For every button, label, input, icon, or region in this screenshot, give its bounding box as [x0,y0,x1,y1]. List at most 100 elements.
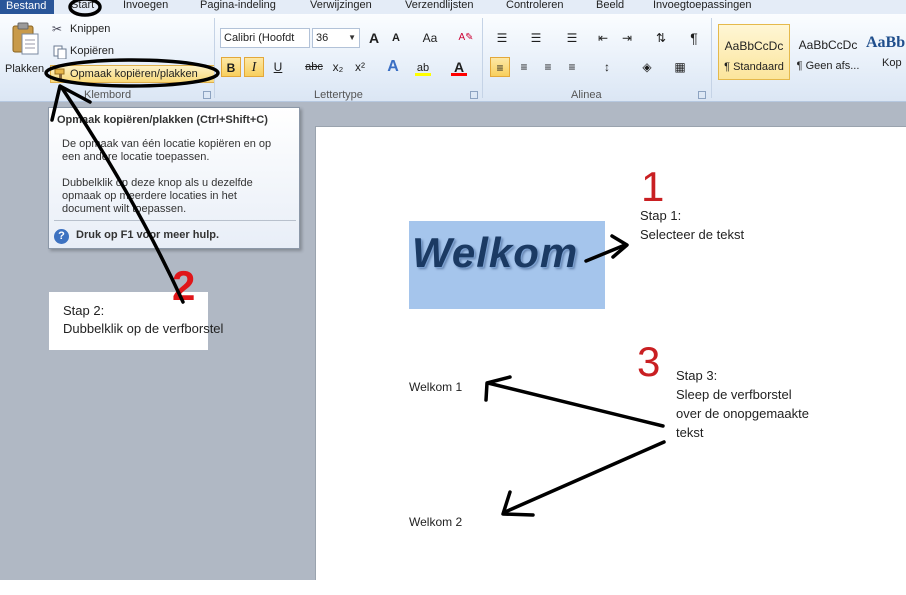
step3-number: 3 [637,338,661,385]
superscript-button[interactable]: x² [350,57,370,77]
increase-indent-icon[interactable]: ⇥ [617,28,637,48]
change-case-icon: Aa [422,31,438,45]
bottom-strip [0,580,906,595]
underline-button[interactable]: U [268,57,288,77]
decrease-indent-icon[interactable]: ⇤ [593,28,613,48]
paste-label: Plakken [5,63,45,75]
align-right-icon[interactable]: ≡ [538,57,558,77]
bold-icon: B [226,61,236,75]
tab-mailings[interactable]: Verzendlijsten [405,0,474,13]
tooltip-help: Druk op F1 voor meer hulp. [76,229,220,241]
tooltip-divider [54,220,296,221]
style-name: ¶ Standaard [724,61,784,73]
clipboard-group-label: Klembord [84,89,132,101]
pilcrow-icon: ¶ [690,30,698,46]
font-family-dropdown[interactable]: Calibri (Hoofdt [220,28,310,48]
style-heading[interactable]: AaBb Kop [866,24,906,80]
copy-label: Kopiëren [70,45,115,57]
ribbon: Plakken ✂ Knippen Kopiëren Opmaak kopiër… [0,14,906,102]
bold-button[interactable]: B [221,57,241,77]
clear-formatting-icon[interactable]: A✎ [456,28,476,48]
clipboard-launcher-icon[interactable] [203,91,211,99]
align-center-icon[interactable]: ≡ [514,57,534,77]
font-size-dropdown[interactable]: 36 ▼ [312,28,360,48]
bullets-icon[interactable]: ☰ [492,28,512,48]
tab-review[interactable]: Controleren [506,0,563,13]
group-separator [214,18,215,98]
italic-button[interactable]: I [244,57,264,77]
show-formatting-button[interactable]: ¶ [684,28,704,48]
subscript-button[interactable]: x₂ [328,57,348,77]
shrink-font-icon: A [392,32,400,44]
tooltip-line: opmaak op meerdere locaties in het [62,190,237,202]
step1-text: Selecteer de tekst [640,227,745,242]
copy-button[interactable]: Kopiëren [52,44,122,60]
sort-icon[interactable]: ⇅ [651,28,671,48]
italic-icon: I [251,60,257,75]
cut-label: Knippen [70,23,111,35]
font-color-button[interactable]: A [449,57,469,77]
step3-text-2: over de onopgemaakte [676,406,809,421]
font-group-label: Lettertype [314,89,363,101]
scissors-icon: ✂ [52,22,63,36]
paste-icon [12,22,39,55]
grow-font-button[interactable]: A [364,28,384,48]
tab-file[interactable]: Bestand [0,0,54,14]
highlight-color-bar [415,73,431,76]
style-sample: AaBb [866,34,906,51]
style-standard[interactable]: AaBbCcDc ¶ Standaard [718,24,790,80]
tab-insert[interactable]: Invoegen [123,0,168,13]
align-left-icon[interactable]: ≡ [490,57,510,77]
subscript-icon: x₂ [332,60,344,74]
tooltip-line: document wilt toepassen. [62,203,187,215]
group-separator [711,18,712,98]
superscript-icon: x² [355,60,365,74]
borders-icon[interactable]: ▦ [670,57,690,77]
numbering-icon[interactable]: ☰ [526,28,546,48]
highlight-button[interactable]: ab [413,57,433,77]
step1-number: 1 [641,163,665,210]
tab-references[interactable]: Verwijzingen [310,0,372,13]
style-sample: AaBbCcDc [798,38,858,52]
doc-line-welkom-1[interactable]: Welkom 1 [409,380,462,394]
step3-text-1: Sleep de verfborstel [676,387,792,402]
strikethrough-button[interactable]: abc [302,57,326,77]
step2-number: 2 [172,262,196,309]
font-family-value: Calibri (Hoofdt [224,32,295,44]
shading-icon[interactable]: ◈ [637,57,657,77]
shrink-font-button[interactable]: A [386,28,406,48]
copy-icon [53,45,67,59]
step2-title: Stap 2: [63,303,105,318]
line-spacing-icon[interactable]: ↕ [597,57,617,77]
doc-line-welkom-2[interactable]: Welkom 2 [409,515,462,529]
cut-button[interactable]: ✂ Knippen [52,22,122,38]
strikethrough-icon: abc [305,61,323,73]
document-page[interactable] [315,126,906,580]
tab-page-layout[interactable]: Pagina-indeling [200,0,276,13]
tab-start[interactable]: Start [71,0,94,13]
step3-title: Stap 3: [676,368,718,383]
paragraph-group-label: Alinea [571,89,602,101]
ribbon-tab-bar: Bestand Start Invoegen Pagina-indeling V… [0,0,906,14]
text-effects-icon[interactable]: A [383,57,403,77]
tab-view[interactable]: Beeld [596,0,624,13]
chevron-down-icon: ▼ [348,33,356,42]
underline-icon: U [273,60,283,74]
step3-text-3: tekst [676,425,704,440]
paste-button[interactable]: Plakken [4,20,44,78]
change-case-button[interactable]: Aa [418,28,442,48]
style-name: Kop [882,57,902,69]
welkom-heading[interactable]: Welkom [412,229,578,277]
multilevel-list-icon[interactable]: ☰ [562,28,582,48]
style-sample: AaBbCcDc [724,39,784,53]
justify-icon[interactable]: ≡ [562,57,582,77]
style-name: ¶ Geen afs... [796,60,860,72]
tooltip-line: Dubbelklik op deze knop als u dezelfde [62,177,253,189]
font-launcher-icon[interactable] [470,91,478,99]
format-painter-button[interactable]: Opmaak kopiëren/plakken [50,65,215,83]
style-no-spacing[interactable]: AaBbCcDc ¶ Geen afs... [792,24,864,80]
paragraph-launcher-icon[interactable] [698,91,706,99]
format-painter-label: Opmaak kopiëren/plakken [70,68,198,80]
tab-addins[interactable]: Invoegtoepassingen [653,0,751,13]
paintbrush-icon [54,68,65,81]
